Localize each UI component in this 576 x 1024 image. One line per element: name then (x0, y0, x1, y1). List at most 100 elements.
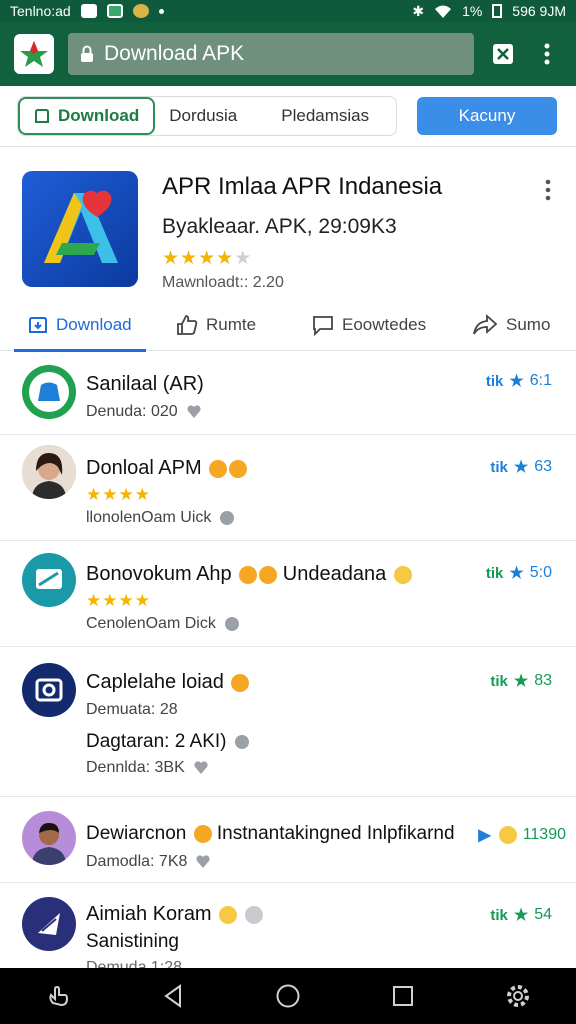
list-item[interactable]: Sanilaal (AR) Denuda: 020 tik ★ 6:1 (0, 353, 576, 435)
star-filled: ★ (162, 248, 181, 269)
list-item[interactable]: Dewiarcnon Instnantakingned Inlpfikarnd … (0, 797, 576, 883)
review-meta: CenolenOam Dick (86, 615, 240, 633)
app-title: APR Imlaa APR Indanesia (162, 173, 443, 200)
rating-prefix: tik (490, 458, 508, 476)
action-bar: Download Rumte Eoowtedes Sumo (0, 299, 576, 352)
more-vert-icon (544, 43, 550, 65)
more-vert-icon (545, 179, 551, 201)
review-stars: ★★★★ (86, 591, 151, 610)
review-stars: ★★★★ (86, 485, 151, 504)
app-rating-stars: ★★★★★ (162, 247, 252, 270)
recents-button[interactable] (383, 976, 423, 1016)
rating-value: 6:1 (529, 372, 552, 389)
emoji-icon (393, 565, 412, 584)
home-button[interactable] (268, 976, 308, 1016)
battery-percent: 1% (462, 3, 483, 19)
settings-button[interactable] (498, 976, 538, 1016)
comment-bubble-icon (219, 510, 235, 526)
comment-icon (313, 316, 333, 336)
list-item[interactable]: Aimiah Koram Sanistining Demuda 1:28 tik… (0, 883, 576, 976)
emoji-icon (219, 905, 238, 924)
photo-icon (106, 4, 123, 18)
review-detail: Dagtaran: 2 AKI) (86, 731, 250, 753)
app-logo[interactable] (14, 34, 54, 74)
heart-icon (186, 404, 202, 420)
download-tab-icon (35, 109, 49, 123)
rating-prefix: tik (490, 672, 508, 690)
tab-download-label: Download (58, 106, 140, 125)
review-title-text: Bonovokum Ahp (86, 563, 232, 585)
rating-value: 83 (534, 672, 552, 689)
rating-value: 54 (534, 906, 552, 923)
star-filled: ★ (216, 248, 235, 269)
tab-pledamsias[interactable]: Pledamsias (251, 97, 383, 135)
emoji-icon (498, 826, 517, 844)
emoji-icon (231, 673, 250, 692)
share-action[interactable]: Sumo (472, 307, 550, 343)
emoji-icon (239, 565, 258, 584)
review-rating: tik ★ 54 (490, 905, 552, 925)
review-rating: tik ★ 6:1 (486, 371, 552, 391)
star-icon: ★ (509, 373, 524, 390)
rating-value: 5:0 (529, 564, 552, 581)
review-title-text: Aimiah Koram (86, 903, 212, 925)
share-action-label: Sumo (506, 315, 551, 334)
status-left-text: Tenlno:ad (10, 3, 71, 19)
star-filled: ★ (180, 248, 199, 269)
avatar (22, 663, 76, 717)
comment-action[interactable]: Eoowtedes (312, 307, 426, 343)
review-meta-text: Denuda: 020 (86, 403, 178, 420)
app-more-button[interactable] (538, 175, 558, 205)
review-title-text: Dewiarcnon (86, 823, 187, 844)
download-action[interactable]: Download (28, 307, 132, 343)
review-meta-text: CenolenOam Dick (86, 615, 216, 632)
recents-icon (393, 986, 414, 1006)
active-tab-indicator (14, 349, 146, 352)
avatar (22, 811, 76, 865)
review-meta: Demuata: 28 (86, 701, 178, 718)
tabs-button[interactable] (488, 39, 518, 69)
review-title: Caplelahe loiad (86, 671, 250, 694)
app-bar: Download APK (0, 22, 576, 86)
avatar (22, 445, 76, 499)
dot-icon (158, 8, 164, 14)
battery-icon (492, 4, 503, 18)
tab-dordusia-label: Dordusia (169, 106, 238, 125)
emoji-icon (193, 824, 212, 843)
review-title: Aimiah Koram (86, 903, 263, 926)
rating-value: 63 (534, 458, 552, 475)
gesture-icon (48, 985, 68, 1007)
list-item[interactable]: Bonovokum Ahp Undeadana ★★★★ CenolenOam … (0, 541, 576, 647)
review-meta-text: Damodla: 7K8 (86, 853, 188, 870)
rumte-action-label: Rumte (206, 315, 257, 334)
review-title-text: Caplelahe loiad (86, 671, 224, 693)
list-item[interactable]: Donloal APM ★★★★ llonolenOam Uick tik ★ … (0, 435, 576, 541)
primary-action-button[interactable]: Kacuny (417, 97, 557, 135)
overflow-menu-button[interactable] (532, 39, 562, 69)
app-icon (22, 171, 138, 287)
review-rating: tik ★ 63 (490, 457, 552, 477)
tab-dordusia[interactable]: Dordusia (155, 97, 251, 135)
review-title: Sanilaal (AR) (86, 373, 204, 395)
address-bar[interactable]: Download APK (68, 33, 474, 75)
star-icon: ★ (509, 565, 524, 582)
review-meta: Damodla: 7K8 (86, 853, 211, 871)
assist-button[interactable] (38, 976, 78, 1016)
review-title-suffix: Instnantakingned Inlpfikarnd (216, 823, 455, 844)
back-button[interactable] (153, 976, 193, 1016)
segmented-tabs: Download Dordusia Pledamsias (17, 96, 397, 136)
tab-download[interactable]: Download (18, 97, 156, 135)
rating-prefix: tik (485, 372, 504, 390)
rumte-action[interactable]: Rumte (176, 307, 256, 343)
comment-bubble-icon (234, 734, 250, 750)
system-nav-bar (0, 968, 576, 1024)
review-meta-2: Dennlda: 3BK (86, 759, 209, 777)
list-item[interactable]: Caplelahe loiad Demuata: 28 Dagtaran: 2 … (0, 647, 576, 797)
gear-icon (507, 985, 530, 1007)
share-icon (473, 314, 498, 335)
star-icon: ★ (513, 459, 529, 476)
emoji-icon (244, 905, 263, 924)
download-icon (29, 317, 47, 333)
bluetooth-icon: ✱ (412, 2, 425, 19)
star-icon: ★ (513, 907, 529, 924)
